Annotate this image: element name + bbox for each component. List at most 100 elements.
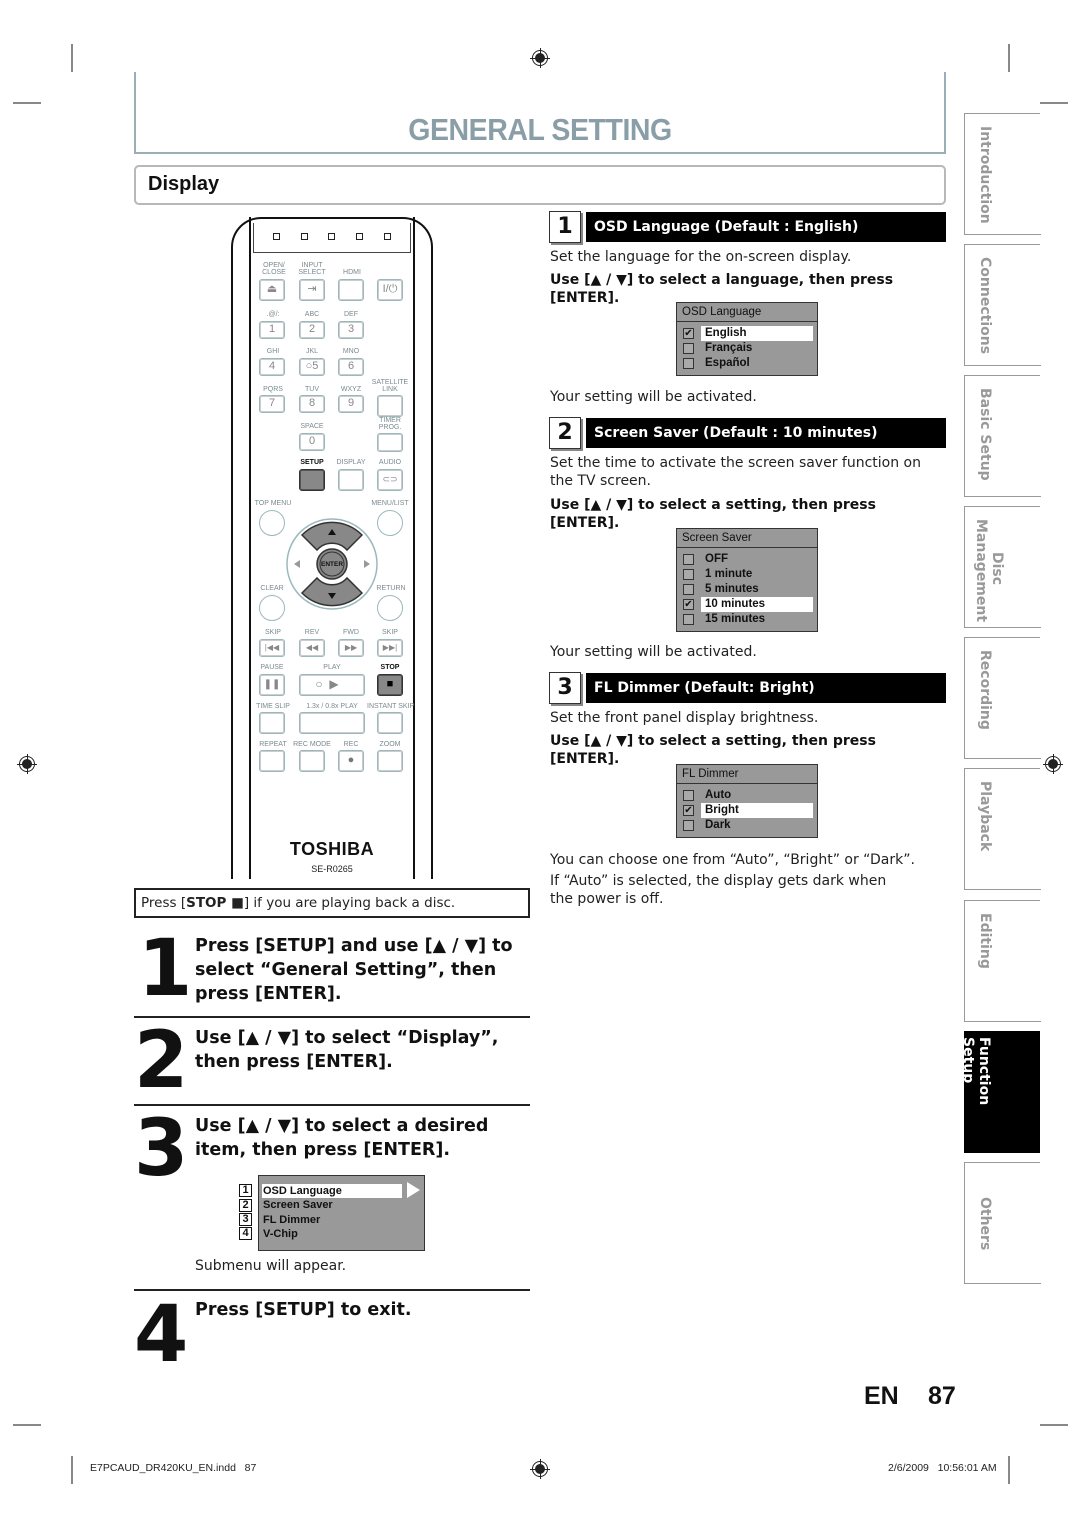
skip-fwd-label: SKIP [382, 629, 398, 636]
submenu-item-fl-dimmer[interactable]: FL Dimmer [262, 1213, 320, 1227]
menu-list-button [377, 510, 403, 536]
open-close-label: OPEN/ CLOSE [262, 262, 286, 276]
osd-option-list: OFF 1 minute 5 minutes ✔ 10 minutes 15 mi… [677, 548, 817, 631]
osd-option-label: Français [705, 342, 753, 354]
led-indicator-icon [328, 233, 335, 240]
checkbox-icon[interactable] [683, 614, 694, 625]
setting-number: 1 [549, 211, 581, 243]
number-key-9: 9 [338, 395, 364, 413]
rec-icon: ● [338, 750, 364, 772]
osd-option[interactable]: 15 minutes [677, 612, 817, 627]
osd-option[interactable]: Español [677, 356, 817, 371]
display-button [338, 469, 364, 491]
setting-description: Set the time to activate the screen save… [550, 455, 921, 489]
checkbox-icon[interactable] [683, 584, 694, 595]
crop-mark [13, 102, 41, 104]
step-divider [134, 1104, 530, 1106]
number-key-1: 1 [259, 321, 285, 339]
setting-number: 2 [549, 417, 581, 449]
setup-label: SETUP [300, 459, 324, 466]
rewind-icon: ◀◀ [299, 639, 325, 657]
rec-label: REC [343, 741, 359, 748]
key-label: WXYZ [340, 386, 362, 393]
setting-note: You can choose one from “Auto”, “Bright”… [550, 852, 915, 868]
side-tab-function-setup[interactable]: Function Setup [960, 1031, 1040, 1153]
osd-option-label: Auto [705, 789, 732, 801]
side-tab-connections[interactable]: Connections [964, 244, 1041, 366]
section-title: Display [148, 173, 220, 195]
side-tab-introduction[interactable]: Introduction [964, 113, 1041, 235]
screen-saver-panel: Screen Saver OFF 1 minute 5 minutes ✔ 10 … [676, 528, 818, 632]
key-label: ABC [304, 311, 320, 318]
key-label: .@/: [266, 311, 280, 318]
side-tab-label: Playback [977, 781, 993, 852]
number-key-2: 2 [299, 321, 325, 339]
osd-panel-title: Screen Saver [677, 529, 817, 548]
section-header: Display [134, 165, 946, 205]
skip-forward-icon: ▶▶| [377, 639, 403, 657]
osd-option[interactable]: Dark [677, 818, 817, 833]
crop-mark [13, 1424, 41, 1426]
osd-option-label: Dark [705, 819, 731, 831]
checkbox-icon[interactable] [683, 790, 694, 801]
print-slug-date: 2/6/2009 10:56:01 AM [888, 1462, 997, 1474]
stop-note-suffix: ] if you are playing back a disc. [243, 895, 456, 911]
osd-option[interactable]: Français [677, 341, 817, 356]
satellite-link-label: SATELLITE LINK [371, 379, 409, 393]
side-tab-label: Others [977, 1197, 993, 1251]
key-label: JKL [305, 348, 319, 355]
fl-dimmer-panel: FL Dimmer Auto ✔ Bright Dark [676, 764, 818, 838]
print-slug-file: E7PCAUD_DR420KU_EN.indd 87 [90, 1462, 257, 1474]
submenu-item-screen-saver[interactable]: Screen Saver [262, 1198, 333, 1212]
osd-option[interactable]: ✔ 10 minutes [677, 597, 817, 612]
registration-mark-icon [1043, 754, 1063, 774]
crop-mark [71, 44, 73, 72]
side-tab-disc-management[interactable]: Disc Management [964, 506, 1041, 628]
osd-panel-title: OSD Language [677, 303, 817, 322]
step-text: Press [SETUP] to exit. [195, 1300, 412, 1320]
number-key-6: 6 [338, 358, 364, 376]
checkbox-checked-icon[interactable]: ✔ [683, 328, 694, 339]
checkbox-icon[interactable] [683, 358, 694, 369]
checkbox-checked-icon[interactable]: ✔ [683, 805, 694, 816]
side-tab-others[interactable]: Others [964, 1162, 1041, 1284]
submenu-caption: Submenu will appear. [195, 1258, 347, 1274]
number-key-4: 4 [259, 358, 285, 376]
page-number: 87 [928, 1382, 956, 1410]
checkbox-icon[interactable] [683, 343, 694, 354]
checkbox-checked-icon[interactable]: ✔ [683, 599, 694, 610]
setting-description: Set the front panel display brightness. [550, 710, 819, 726]
key-label: PQRS [263, 386, 283, 393]
osd-option-label: OFF [705, 553, 728, 565]
led-indicator-icon [301, 233, 308, 240]
return-label: RETURN [376, 585, 406, 592]
registration-mark-icon [530, 48, 550, 68]
submenu-item-v-chip[interactable]: V-Chip [262, 1227, 298, 1241]
top-menu-label: TOP MENU [254, 500, 292, 507]
submenu-item-osd-language[interactable]: OSD Language [262, 1184, 402, 1198]
side-tab-editing[interactable]: Editing [964, 900, 1041, 1022]
checkbox-icon[interactable] [683, 820, 694, 831]
skip-back-label: SKIP [265, 629, 281, 636]
checkbox-icon[interactable] [683, 569, 694, 580]
rec-mode-button [299, 750, 325, 772]
checkbox-icon[interactable] [683, 554, 694, 565]
crop-mark [1008, 44, 1010, 72]
osd-option[interactable]: ✔ Bright [677, 803, 817, 818]
osd-option[interactable]: 1 minute [677, 567, 817, 582]
timer-prog-label: TIMER PROG. [378, 417, 402, 431]
side-tab-basic-setup[interactable]: Basic Setup [964, 375, 1041, 497]
zoom-button [377, 750, 403, 772]
side-tab-recording[interactable]: Recording [964, 637, 1041, 759]
number-key-7: 7 [259, 395, 285, 413]
setting-title: OSD Language (Default : English) [586, 212, 946, 242]
osd-option[interactable]: OFF [677, 552, 817, 567]
setup-button [299, 469, 325, 491]
osd-option[interactable]: ✔ English [677, 326, 817, 341]
crop-mark [71, 1456, 73, 1484]
side-tab-playback[interactable]: Playback [964, 768, 1041, 890]
osd-option[interactable]: 5 minutes [677, 582, 817, 597]
menu-list-label: MENU/LIST [371, 500, 409, 507]
osd-option[interactable]: Auto [677, 788, 817, 803]
setting-result: Your setting will be activated. [550, 644, 757, 660]
